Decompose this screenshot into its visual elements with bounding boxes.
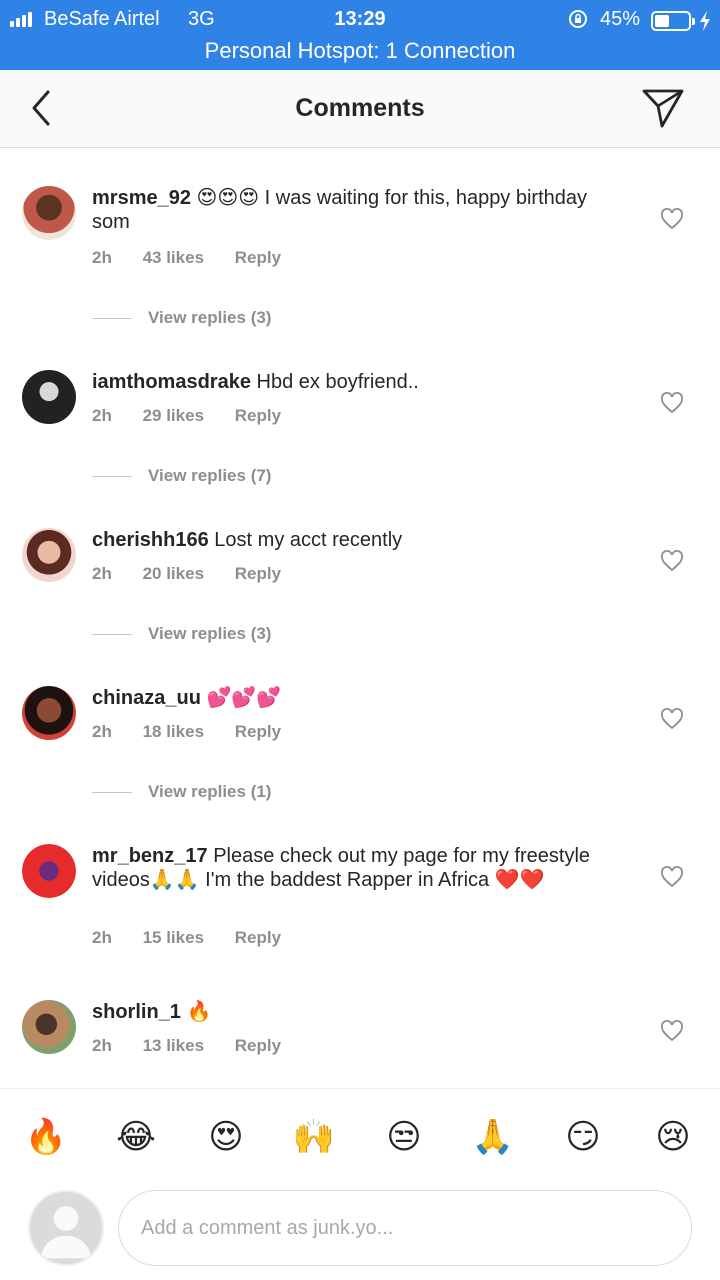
heart-icon[interactable] [660,392,684,414]
heart-icon[interactable] [660,708,684,730]
view-replies-button[interactable]: View replies (7) [92,466,271,486]
comment-meta: 2h 43 likes Reply [92,248,307,268]
my-avatar [28,1190,104,1266]
comment-meta: 2h 15 likes Reply [92,928,307,948]
comment-text-block: iamthomasdrake Hbd ex boyfriend.. [92,370,612,394]
page-title: Comments [295,94,425,122]
view-replies-button[interactable]: View replies (3) [92,308,271,328]
status-bar: BeSafe Airtel 3G 13:29 45% Personal Hots… [0,0,720,70]
comment-username[interactable]: mr_benz_17 [92,845,208,867]
comment-text-block: mr_benz_17 Please check out my page for … [92,844,612,892]
emoji-smirk-button[interactable]: 😏 [560,1117,606,1157]
comment-body: 🔥 [186,1001,212,1023]
emoji-laugh-button[interactable]: 😂 [113,1117,159,1157]
comment-username[interactable]: chinaza_uu [92,687,201,709]
default-avatar-icon [41,1206,91,1259]
comment-input[interactable] [118,1190,692,1266]
hotspot-banner[interactable]: Personal Hotspot: 1 Connection [0,38,720,64]
comment-likes[interactable]: 15 likes [143,928,204,947]
comment-meta: 2h 29 likes Reply [92,406,307,426]
reply-button[interactable]: Reply [235,722,281,741]
comment-time: 2h [92,248,112,267]
comment-body: Lost my acct recently [214,529,403,551]
avatar[interactable] [22,186,76,240]
comment-time: 2h [92,564,112,583]
comment-text-block: shorlin_1 🔥 [92,1000,612,1024]
view-replies-button[interactable]: View replies (1) [92,782,271,802]
charging-bolt-icon [700,11,710,31]
emoji-unamused-button[interactable]: 😒 [381,1117,427,1157]
comment-likes[interactable]: 18 likes [143,722,204,741]
avatar[interactable] [22,686,76,740]
emoji-raised-hands-button[interactable]: 🙌 [291,1117,337,1157]
heart-icon[interactable] [660,866,684,888]
avatar[interactable] [22,370,76,424]
comment-meta: 2h 13 likes Reply [92,1036,307,1056]
comment-time: 2h [92,928,112,947]
emoji-quick-bar: 🔥 😂 😍 🙌 😒 🙏 😏 😢 [0,1088,720,1186]
comment-username[interactable]: iamthomasdrake [92,371,251,393]
reply-button[interactable]: Reply [235,928,281,947]
heart-icon[interactable] [660,550,684,572]
emoji-heart-eyes-button[interactable]: 😍 [203,1117,249,1157]
emoji-pray-button[interactable]: 🙏 [470,1117,516,1157]
heart-icon[interactable] [660,208,684,230]
battery-percent: 45% [600,8,641,30]
comment-username[interactable]: mrsme_92 [92,187,191,209]
comment-meta: 2h 20 likes Reply [92,564,307,584]
comment-time: 2h [92,1036,112,1055]
comment-text-block: mrsme_92 😍😍😍 I was waiting for this, hap… [92,186,612,234]
reply-button[interactable]: Reply [235,564,281,583]
avatar[interactable] [22,844,76,898]
reply-button[interactable]: Reply [235,1036,281,1055]
comment-username[interactable]: cherishh166 [92,529,209,551]
avatar[interactable] [22,1000,76,1054]
comment-likes[interactable]: 20 likes [143,564,204,583]
comment-likes[interactable]: 43 likes [143,248,204,267]
heart-icon[interactable] [660,1020,684,1042]
comment-likes[interactable]: 13 likes [143,1036,204,1055]
paper-plane-icon[interactable] [640,86,686,130]
comment-text-block: chinaza_uu 💕💕💕 [92,686,612,710]
reply-button[interactable]: Reply [235,248,281,267]
comment-body: Hbd ex boyfriend.. [256,371,419,393]
comment-likes[interactable]: 29 likes [143,406,204,425]
battery-icon [651,11,695,31]
comment-time: 2h [92,722,112,741]
view-replies-button[interactable]: View replies (3) [92,624,271,644]
emoji-cry-button[interactable]: 😢 [650,1117,696,1157]
avatar[interactable] [22,528,76,582]
reply-button[interactable]: Reply [235,406,281,425]
comment-body: 💕💕💕 [206,687,282,709]
rotation-lock-icon [569,10,587,28]
comment-time: 2h [92,406,112,425]
nav-bar: Comments [0,70,720,148]
battery-level [655,15,670,27]
emoji-fire-button[interactable]: 🔥 [23,1117,69,1157]
comment-username[interactable]: shorlin_1 [92,1001,181,1023]
comment-meta: 2h 18 likes Reply [92,722,307,742]
comment-text-block: cherishh166 Lost my acct recently [92,528,612,552]
